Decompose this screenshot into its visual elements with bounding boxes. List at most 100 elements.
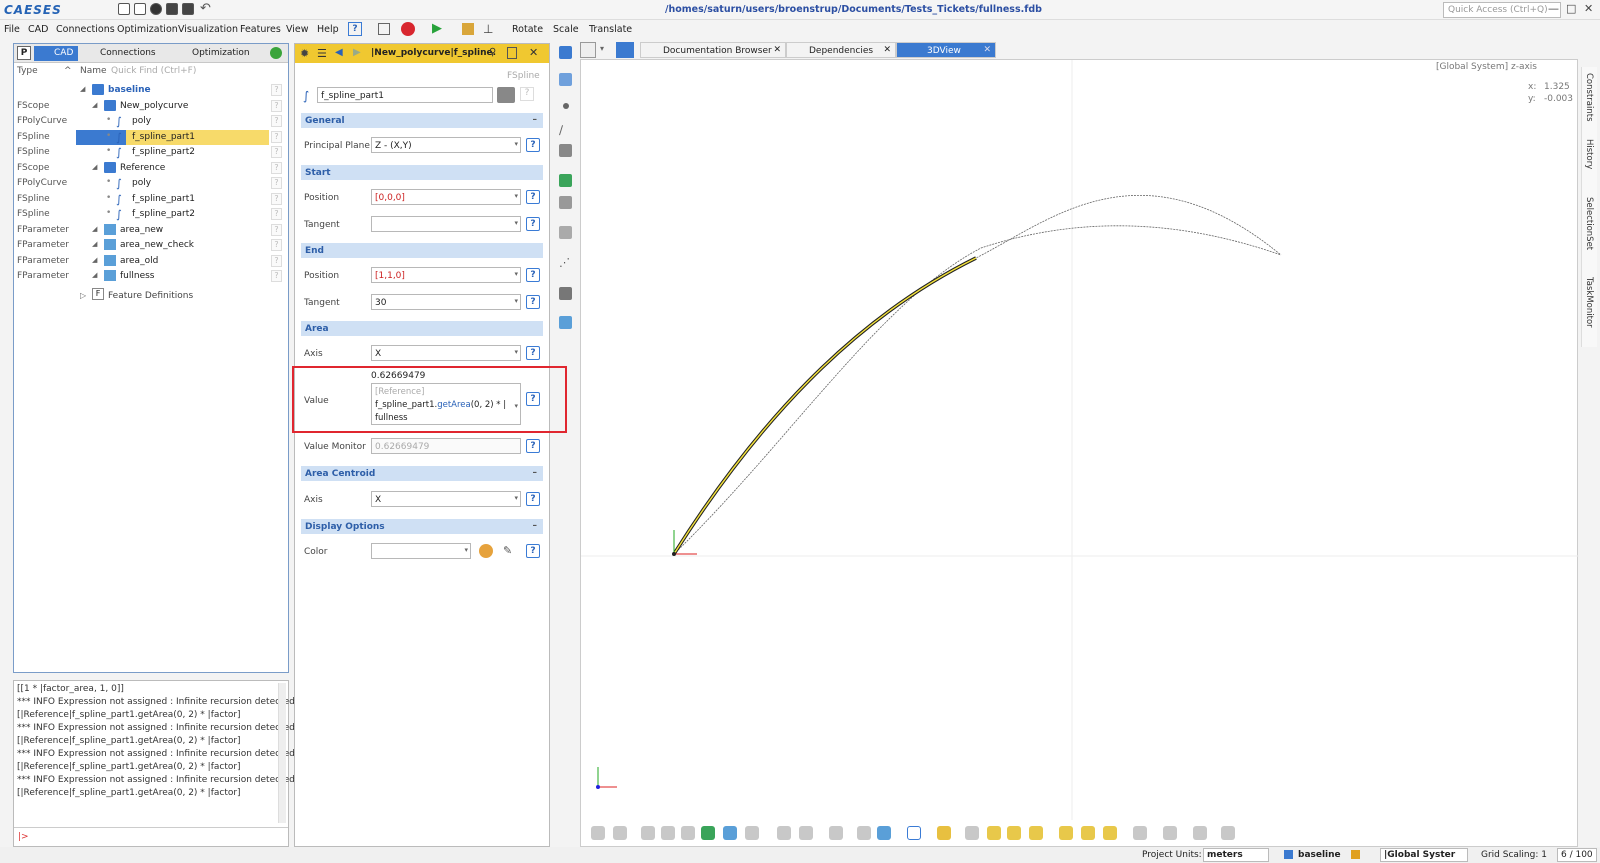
dots-icon[interactable]: ⋰ <box>559 256 572 269</box>
undo-icon[interactable]: ↶ <box>200 1 211 16</box>
console-scrollbar[interactable] <box>278 683 286 823</box>
measure-icon[interactable] <box>1133 826 1147 840</box>
help-icon[interactable]: ? <box>271 177 282 189</box>
section-start[interactable]: Start <box>301 165 543 180</box>
edit-icon[interactable] <box>462 23 474 35</box>
feature-definitions[interactable]: Feature Definitions <box>108 291 193 301</box>
help-icon[interactable]: ? <box>348 22 362 36</box>
solid-icon[interactable] <box>559 196 572 209</box>
tab-optimization[interactable]: Optimization <box>172 46 250 61</box>
chevron-down-icon[interactable]: ▾ <box>514 140 518 148</box>
camera-icon[interactable] <box>1163 826 1177 840</box>
start-tangent-input[interactable]: ▾ <box>371 216 521 232</box>
neg-y-icon[interactable] <box>1081 826 1095 840</box>
help-button[interactable]: ? <box>526 492 540 506</box>
parameter-icon[interactable] <box>559 174 572 187</box>
y-axis-icon[interactable] <box>1007 826 1021 840</box>
expand-arrow-icon[interactable]: ◢ <box>92 256 97 264</box>
pencil-icon[interactable]: ✎ <box>503 544 512 557</box>
tab-dependencies[interactable]: Dependencies ✕ <box>786 42 896 58</box>
help-button[interactable]: ? <box>526 268 540 282</box>
tree-row[interactable]: FParameter ◢ area_new_check? <box>14 238 288 253</box>
neg-z-icon[interactable] <box>1103 826 1117 840</box>
close-file-icon[interactable] <box>150 3 162 15</box>
expand-arrow-icon[interactable]: ◢ <box>92 225 97 233</box>
visibility-toggle-icon[interactable] <box>497 87 515 103</box>
area-value-expression-input[interactable]: [Reference] f_spline_part1.getArea(0, 2)… <box>371 383 521 425</box>
curve-icon[interactable] <box>661 826 675 840</box>
name-column-header[interactable]: Name <box>80 66 107 76</box>
tree-row[interactable]: FSpline • ∫ f_spline_part1? <box>14 129 288 145</box>
close-window-icon[interactable]: ✕ <box>1584 2 1593 15</box>
help-button[interactable]: ? <box>526 392 540 406</box>
help-button[interactable]: ? <box>526 544 540 558</box>
help-icon[interactable]: ? <box>271 161 282 174</box>
grid-icon[interactable] <box>1193 826 1207 840</box>
grid-view-icon[interactable] <box>829 826 843 840</box>
point-icon[interactable] <box>641 826 655 840</box>
help-button[interactable]: ? <box>526 439 540 453</box>
expand-arrow-icon[interactable]: ◢ <box>92 101 97 109</box>
coordinate-system-select[interactable]: |Global Syster <box>1380 848 1468 862</box>
section-display-options[interactable]: Display Options – <box>301 519 543 534</box>
tab-3dview[interactable]: 3DView ✕ <box>896 42 996 58</box>
neg-x-icon[interactable] <box>1059 826 1073 840</box>
color-select[interactable]: ▾ <box>371 543 471 559</box>
save-as-icon[interactable] <box>182 3 194 15</box>
taskmonitor-tab[interactable]: TaskMonitor <box>1584 277 1594 328</box>
expand-arrow-icon[interactable]: ▷ <box>80 291 86 300</box>
console-input[interactable]: |> <box>14 827 288 846</box>
info-icon[interactable] <box>907 826 921 840</box>
end-position-input[interactable]: [1,1,0] ▾ <box>371 267 521 283</box>
help-icon[interactable]: ? <box>271 223 282 236</box>
chevron-down-icon[interactable]: ▾ <box>514 348 518 356</box>
section-area-centroid[interactable]: Area Centroid – <box>301 466 543 481</box>
save-icon[interactable] <box>166 3 178 15</box>
chevron-down-icon[interactable]: ▾ <box>514 192 518 200</box>
rotate-button[interactable]: Rotate <box>512 24 543 35</box>
back-icon[interactable]: ◀ <box>335 47 343 58</box>
help-icon[interactable]: ? <box>271 270 282 282</box>
close-icon[interactable]: ✕ <box>529 46 538 59</box>
chevron-down-icon[interactable]: ▾ <box>464 546 468 554</box>
help-icon[interactable]: ? <box>271 130 282 143</box>
end-tangent-input[interactable]: 30 ▾ <box>371 294 521 310</box>
3d-viewport[interactable]: [Global System] z-axis x: 1.325 y: -0.00… <box>580 59 1579 847</box>
object-name-input[interactable]: f_spline_part1 <box>317 87 493 103</box>
menu-view[interactable]: View <box>286 24 309 35</box>
tree-row[interactable]: FScope ◢ Reference? <box>14 161 288 176</box>
help-button[interactable]: ? <box>526 190 540 204</box>
open-file-icon[interactable] <box>134 3 146 15</box>
surface-icon[interactable] <box>681 826 695 840</box>
reference-spline-upper[interactable] <box>673 195 1282 555</box>
shield-icon[interactable] <box>857 826 871 840</box>
cube-view-icon[interactable] <box>616 42 634 58</box>
transform-icon[interactable] <box>559 287 572 300</box>
collapse-icon[interactable]: – <box>533 115 538 125</box>
close-tab-icon[interactable]: ✕ <box>983 45 991 55</box>
document-icon[interactable] <box>507 47 517 59</box>
menu-file[interactable]: File <box>4 24 20 35</box>
parameter-icon[interactable] <box>701 826 715 840</box>
tree-row[interactable]: FSpline • ∫ f_spline_part1? <box>14 192 288 207</box>
help-icon[interactable]: ? <box>271 99 282 112</box>
centroid-axis-select[interactable]: X ▾ <box>371 491 521 507</box>
help-icon[interactable]: ? <box>271 146 282 158</box>
tree-row[interactable]: FParameter ◢ area_old? <box>14 254 288 269</box>
image-icon[interactable] <box>559 316 572 329</box>
tree-row[interactable]: FPolyCurve • ∫ poly? <box>14 176 288 191</box>
snapshot-icon[interactable] <box>591 826 605 840</box>
mirror-icon[interactable] <box>777 826 791 840</box>
chevron-down-icon[interactable]: ▾ <box>514 297 518 305</box>
area-axis-select[interactable]: X ▾ <box>371 345 521 361</box>
principal-plane-select[interactable]: Z - (X,Y) ▾ <box>371 137 521 153</box>
tree-row[interactable]: FSpline • ∫ f_spline_part2? <box>14 207 288 222</box>
curve-icon[interactable]: ∕ <box>559 123 572 137</box>
constraints-tab[interactable]: Constraints <box>1584 73 1594 122</box>
tree-row[interactable]: FParameter ◢ area_new? <box>14 223 288 238</box>
help-button[interactable]: ? <box>526 138 540 152</box>
section-end[interactable]: End <box>301 243 543 258</box>
start-position-input[interactable]: [0,0,0] ▾ <box>371 189 521 205</box>
help-icon[interactable]: ? <box>271 208 282 220</box>
tree-row[interactable]: FSpline • ∫ f_spline_part2? <box>14 145 288 160</box>
